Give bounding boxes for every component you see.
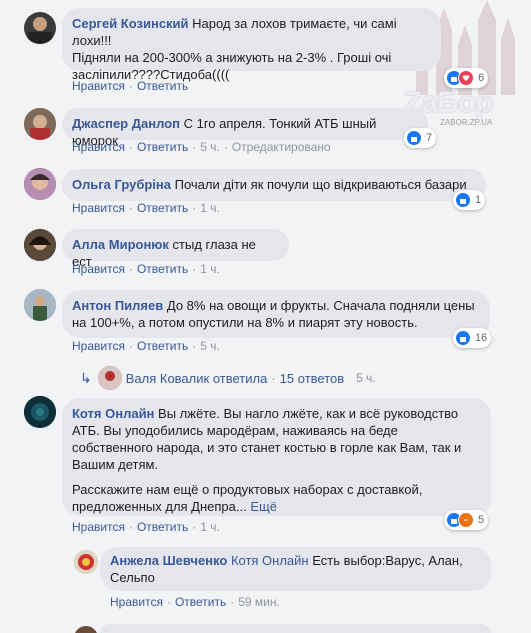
comment-author[interactable]: Алла Миронюк xyxy=(72,237,169,252)
comment-actions: Нравится · Ответить · 5 ч. xyxy=(72,339,220,353)
comment-author[interactable]: Котя Онлайн xyxy=(72,406,154,421)
reply-link[interactable]: Ответить xyxy=(137,339,188,353)
avatar[interactable] xyxy=(24,168,56,200)
comment-text: на 100+%, а потом опустили на 8% и пиаря… xyxy=(72,315,418,330)
reactions-badge[interactable]: 1 xyxy=(453,190,486,210)
like-link[interactable]: Нравится xyxy=(72,520,125,534)
comment-actions: Нравится · Ответить · 1 ч. xyxy=(72,201,220,215)
reactions-badge[interactable]: 7 xyxy=(404,128,437,148)
comment-text: предложенных для Днепра... xyxy=(72,499,247,514)
avatar[interactable] xyxy=(24,108,56,140)
replies-author: Валя Ковалик xyxy=(125,370,210,386)
like-link[interactable]: Нравится xyxy=(72,140,125,154)
reaction-count: 7 xyxy=(426,132,433,144)
avatar[interactable] xyxy=(24,289,56,321)
comment-text: АТБ. Вы уподобились мародёрам, наживаясь… xyxy=(72,423,398,438)
comment-bubble: Джаспер Данлоп С 1го апреля. Тонкий АТБ … xyxy=(62,108,428,148)
comment-bubble: Сергей Козинский Народ за лохов тримаєте… xyxy=(62,8,441,82)
comment-actions: Нравится · Ответить · 5 ч. · Отредактировано xyxy=(72,140,331,154)
comment-time[interactable]: 59 мин. xyxy=(238,595,280,609)
comment-text: Вашим детям. xyxy=(72,457,159,472)
comment-text: Есть выбор:Варус, Алан, xyxy=(312,553,463,568)
comment-bubble: Анжела Шевченко Котя Онлайн Есть выбор:В… xyxy=(100,547,491,591)
comment-text: До 8% на овощи и фрукты. Сначала подняли… xyxy=(166,298,475,313)
reply-link[interactable]: Ответить xyxy=(137,79,188,93)
replies-time: 5 ч. xyxy=(356,371,376,385)
avatar[interactable] xyxy=(74,550,98,574)
love-reaction-icon xyxy=(458,70,474,86)
comment-time[interactable]: 5 ч. xyxy=(200,140,220,154)
avatar[interactable] xyxy=(24,396,56,428)
see-more-link[interactable]: Ещё xyxy=(250,499,277,514)
comment-text: Підняли на 200-300% а знижують на 2-3% .… xyxy=(72,50,392,65)
reaction-count: 16 xyxy=(475,332,488,344)
like-reaction-icon xyxy=(455,330,471,346)
mention-link[interactable]: Котя Онлайн xyxy=(231,553,309,568)
reply-input-partial[interactable] xyxy=(100,624,491,633)
comment-text: Вы лжёте. Вы нагло лжёте, как и всё руко… xyxy=(158,406,459,421)
reply-arrow-icon: ↳ xyxy=(80,369,92,386)
comment-bubble: Котя Онлайн Вы лжёте. Вы нагло лжёте, ка… xyxy=(62,398,491,516)
comment-bubble: Алла Миронюк стыд глаза не ест xyxy=(62,229,289,269)
like-reaction-icon xyxy=(455,192,471,208)
comment-bubble: Антон Пиляев До 8% на овощи и фрукты. Сн… xyxy=(62,290,490,338)
comment-time[interactable]: 5 ч. xyxy=(200,339,220,353)
comment-actions: Нравится · Ответить xyxy=(72,79,189,93)
comment-time[interactable]: 1 ч. xyxy=(200,262,220,276)
comment-actions: Нравится · Ответить · 1 ч. xyxy=(72,520,220,534)
reply-link[interactable]: Ответить xyxy=(137,262,188,276)
like-link[interactable]: Нравится xyxy=(110,595,163,609)
avatar[interactable] xyxy=(24,229,56,261)
reply-link[interactable]: Ответить xyxy=(175,595,226,609)
reaction-count: 5 xyxy=(478,514,485,526)
comment-text: Сельпо xyxy=(110,570,155,585)
reactions-badge[interactable]: 5 xyxy=(444,510,489,530)
avatar[interactable] xyxy=(24,12,56,44)
avatar xyxy=(97,366,122,390)
comment-text: Почали діти як почули що відкриваються б… xyxy=(174,177,467,192)
reply-link[interactable]: Ответить xyxy=(137,201,188,215)
comment-author[interactable]: Джаспер Данлоп xyxy=(72,116,180,131)
reactions-badge[interactable]: 16 xyxy=(453,328,492,348)
comment-text: собственного народа, и это станет костью… xyxy=(72,440,462,455)
comment-author[interactable]: Анжела Шевченко xyxy=(110,553,227,568)
watermark-site: ZABOR.ZP.UA xyxy=(440,118,493,127)
reply-link[interactable]: Ответить xyxy=(137,520,188,534)
comment-time[interactable]: 1 ч. xyxy=(200,520,220,534)
comment-text: Расскажите нам ещё о продуктовых наборах… xyxy=(72,482,423,497)
edited-label[interactable]: Отредактировано xyxy=(232,140,331,154)
reaction-count: 6 xyxy=(478,72,485,84)
avatar[interactable] xyxy=(74,626,98,633)
comment-actions: Нравится · Ответить · 59 мин. xyxy=(110,595,280,609)
reply-link[interactable]: Ответить xyxy=(137,140,188,154)
like-link[interactable]: Нравится xyxy=(72,339,125,353)
reactions-badge[interactable]: 6 xyxy=(444,68,489,88)
like-link[interactable]: Нравится xyxy=(72,262,125,276)
comment-author[interactable]: Сергей Козинский xyxy=(72,16,189,31)
like-link[interactable]: Нравится xyxy=(72,79,125,93)
reaction-count: 1 xyxy=(475,194,482,206)
comment-actions: Нравится · Ответить · 1 ч. xyxy=(72,262,220,276)
like-link[interactable]: Нравится xyxy=(72,201,125,215)
comment-time[interactable]: 1 ч. xyxy=(200,201,220,215)
like-reaction-icon xyxy=(406,130,422,146)
view-replies-link[interactable]: ↳ Валя Ковалик ответила · 15 ответов 5 ч. xyxy=(80,366,376,390)
comment-author[interactable]: Антон Пиляев xyxy=(72,298,163,313)
replies-action: ответила xyxy=(212,370,268,386)
angry-reaction-icon xyxy=(458,512,474,528)
replies-count: 15 ответов xyxy=(279,370,345,386)
comment-bubble: Ольга Грубріна Почали діти як почули що … xyxy=(62,169,486,201)
comment-author[interactable]: Ольга Грубріна xyxy=(72,177,171,192)
